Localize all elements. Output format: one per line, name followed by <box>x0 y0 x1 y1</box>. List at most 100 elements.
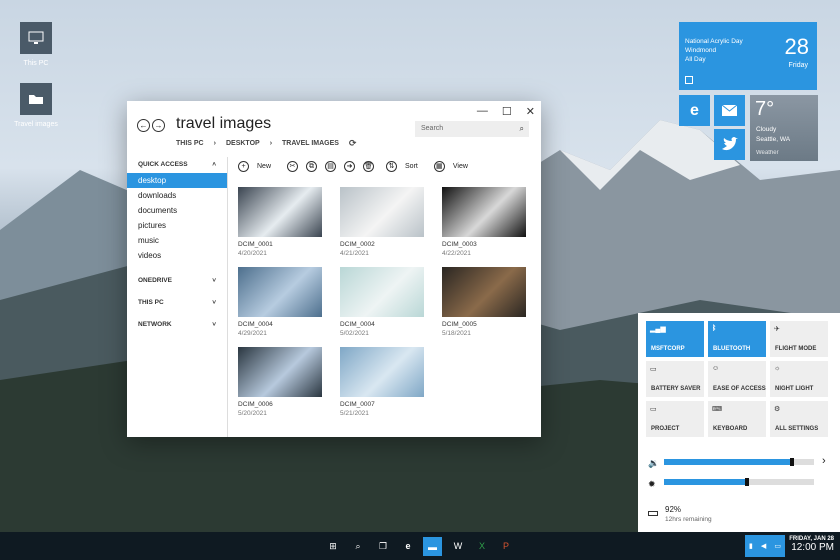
quick-action-battery-saver[interactable]: ▭ BATTERY SAVER <box>646 361 704 397</box>
twitter-tile[interactable] <box>714 129 745 160</box>
breadcrumb-travel-images[interactable]: TRAVEL IMAGES <box>282 140 339 147</box>
file-thumbnail <box>238 187 322 237</box>
calendar-icon <box>685 76 693 84</box>
forward-icon[interactable]: → <box>152 119 165 132</box>
refresh-icon[interactable]: ⟳ <box>349 138 357 149</box>
share-icon[interactable]: ➜ <box>344 161 356 172</box>
quick-action-all-settings[interactable]: ⚙ ALL SETTINGS <box>770 401 828 437</box>
quick-action-bluetooth[interactable]: ᛒ BLUETOOTH <box>708 321 766 357</box>
breadcrumb-this-pc[interactable]: THIS PC <box>176 140 204 147</box>
monitor-icon: ▭ <box>650 406 657 413</box>
task-view-icon[interactable]: ❐ <box>374 537 392 555</box>
file-grid: DCIM_0001 4/20/2021 DCIM_0002 4/21/2021 DCIM… <box>238 187 528 417</box>
edge-icon[interactable]: e <box>399 537 417 555</box>
word-icon[interactable]: W <box>449 537 467 555</box>
chevron-right-icon: › <box>269 140 273 147</box>
file-thumbnail <box>442 267 526 317</box>
breadcrumb-desktop[interactable]: DESKTOP <box>226 140 260 147</box>
excel-icon[interactable]: X <box>473 537 491 555</box>
view-icon[interactable]: ▦ <box>433 161 445 172</box>
sidebar-section-network[interactable]: NETWORK ˅ <box>127 317 227 333</box>
powerpoint-icon[interactable]: P <box>497 537 515 555</box>
system-tray[interactable]: ▮ ◀ ▭ <box>745 535 785 557</box>
windows-start-icon[interactable]: ⊞ <box>324 537 342 555</box>
maximize-icon[interactable]: ☐ <box>502 105 512 118</box>
weather-temp: 7° <box>755 98 775 120</box>
desktop-icon-travel-images[interactable]: Travel images <box>6 83 66 128</box>
paste-icon[interactable]: ▤ <box>325 161 337 172</box>
volume-slider[interactable] <box>664 458 814 466</box>
mail-icon <box>721 104 738 116</box>
mail-tile[interactable] <box>714 95 745 126</box>
back-icon[interactable]: ← <box>137 119 150 132</box>
new-icon[interactable]: + <box>238 161 249 172</box>
view-button[interactable]: View <box>453 163 468 170</box>
sidebar-item-music[interactable]: music <box>127 233 227 248</box>
file-item[interactable]: DCIM_0004 4/29/2021 <box>238 267 324 337</box>
sort-icon[interactable]: ⇅ <box>386 161 398 172</box>
sidebar-item-videos[interactable]: videos <box>127 248 227 263</box>
brightness-knob[interactable] <box>744 478 749 486</box>
edge-tile[interactable]: e <box>679 95 710 126</box>
delete-icon[interactable]: 🗑 <box>363 161 375 172</box>
minimize-icon[interactable]: — <box>477 105 488 118</box>
section-label: THIS PC <box>138 299 164 306</box>
calendar-weekday: Friday <box>788 62 808 69</box>
airplane-icon: ✈ <box>774 326 780 333</box>
chevron-down-icon: ˅ <box>212 277 216 284</box>
cut-icon[interactable]: ✂ <box>287 161 299 172</box>
sun-icon: ☼ <box>774 365 781 372</box>
section-label: NETWORK <box>138 321 172 328</box>
file-item[interactable]: DCIM_0005 5/18/2021 <box>442 267 528 337</box>
sidebar-section-this-pc[interactable]: THIS PC ˅ <box>127 295 227 311</box>
weather-tile[interactable]: 7° Cloudy Seattle, WA Weather <box>750 95 818 161</box>
new-button[interactable]: New <box>257 163 271 170</box>
quick-action-project[interactable]: ▭ PROJECT <box>646 401 704 437</box>
file-item[interactable]: DCIM_0007 5/21/2021 <box>340 347 426 417</box>
quick-action-night-light[interactable]: ☼ NIGHT LIGHT <box>770 361 828 397</box>
file-item[interactable]: DCIM_0006 5/20/2021 <box>238 347 324 417</box>
brightness-fill <box>664 479 747 485</box>
copy-icon[interactable]: ⧉ <box>306 161 318 172</box>
chevron-right-icon[interactable]: › <box>822 455 826 467</box>
chevron-down-icon: ˅ <box>212 321 216 328</box>
quick-action-keyboard[interactable]: ⌨ KEYBOARD <box>708 401 766 437</box>
file-explorer-icon[interactable]: ▬ <box>423 537 442 556</box>
sort-button[interactable]: Sort <box>405 163 418 170</box>
sidebar-item-downloads[interactable]: downloads <box>127 188 227 203</box>
file-thumbnail <box>238 347 322 397</box>
sidebar-section-quick-access[interactable]: QUICK ACCESS ˄ <box>127 157 227 173</box>
file-item[interactable]: DCIM_0003 4/22/2021 <box>442 187 528 257</box>
search-icon[interactable]: ⌕ <box>349 537 367 555</box>
brightness-slider[interactable] <box>664 478 814 486</box>
search-input[interactable]: Search ⌕ <box>415 121 529 137</box>
file-date: 5/18/2021 <box>442 330 471 337</box>
quick-action-ease-of-access[interactable]: ☺ EASE OF ACCESS <box>708 361 766 397</box>
file-item[interactable]: DCIM_0001 4/20/2021 <box>238 187 324 257</box>
file-item[interactable]: DCIM_0002 4/21/2021 <box>340 187 426 257</box>
file-date: 5/02/2021 <box>340 330 369 337</box>
desktop-icon-this-pc[interactable]: This PC <box>6 22 66 67</box>
battery-remaining: 12hrs remaining <box>665 516 712 523</box>
desktop-icon-label: Travel images <box>14 121 58 128</box>
sidebar-section-onedrive[interactable]: ONEDRIVE ˅ <box>127 273 227 289</box>
quick-action-msftcorp[interactable]: ▂▄▆ MSFTCORP <box>646 321 704 357</box>
search-icon[interactable]: ⌕ <box>520 124 524 134</box>
file-item[interactable]: DCIM_0004 5/02/2021 <box>340 267 426 337</box>
sidebar-item-documents[interactable]: documents <box>127 203 227 218</box>
quick-action-flight-mode[interactable]: ✈ FLIGHT MODE <box>770 321 828 357</box>
quick-action-label: EASE OF ACCESS <box>713 386 766 392</box>
battery-icon <box>648 511 658 516</box>
window-title: travel images <box>176 115 272 132</box>
volume-icon: 🔉 <box>648 458 660 468</box>
clock[interactable]: FRIDAY, JAN 28 12:00 PM <box>789 536 834 553</box>
volume-knob[interactable] <box>789 458 794 466</box>
file-name: DCIM_0003 <box>442 241 477 248</box>
sidebar-item-desktop[interactable]: desktop <box>127 173 227 188</box>
close-icon[interactable]: ✕ <box>526 105 535 118</box>
calendar-time: All Day <box>685 56 706 63</box>
sidebar-item-pictures[interactable]: pictures <box>127 218 227 233</box>
weather-location: Seattle, WA <box>756 136 791 143</box>
calendar-tile[interactable]: National Acrylic Day Windmond All Day 28… <box>679 22 817 90</box>
file-name: DCIM_0001 <box>238 241 273 248</box>
